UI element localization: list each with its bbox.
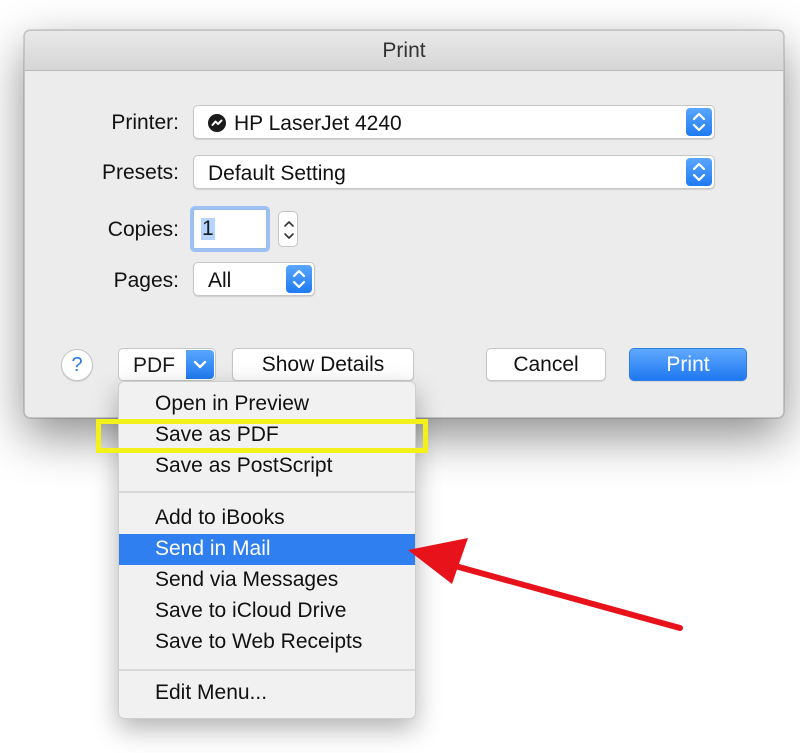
menu-item-send-via-messages[interactable]: Send via Messages	[119, 565, 415, 596]
presets-label: Presets:	[101, 161, 179, 184]
cancel-button[interactable]: Cancel	[486, 348, 606, 381]
print-button[interactable]: Print	[629, 348, 747, 381]
printer-label: Printer:	[111, 111, 179, 134]
popup-arrows-icon	[286, 265, 312, 293]
popup-arrows-icon	[686, 158, 712, 186]
printer-popup[interactable]: HP LaserJet 4240	[193, 105, 715, 139]
stepper-arrows-icon	[284, 221, 294, 239]
show-details-button[interactable]: Show Details	[232, 348, 414, 381]
popup-arrows-icon	[686, 108, 712, 136]
menu-separator	[119, 491, 415, 493]
menu-item-edit-menu[interactable]: Edit Menu...	[119, 678, 415, 709]
copies-input[interactable]: 1	[193, 209, 267, 249]
menu-item-save-as-postscript[interactable]: Save as PostScript	[119, 451, 415, 482]
window-title: Print	[382, 39, 426, 62]
print-dialog: Print Printer: HP LaserJet 4240 Presets:…	[24, 30, 784, 418]
annotation-highlight-box	[96, 419, 428, 453]
presets-value: Default Setting	[208, 162, 346, 185]
pdf-menu-button[interactable]: PDF	[118, 348, 216, 381]
annotation-arrow-icon	[408, 538, 683, 631]
pages-value: All	[208, 269, 232, 292]
copies-stepper[interactable]	[278, 211, 298, 247]
pdf-button-label: PDF	[133, 354, 175, 377]
pages-label: Pages:	[113, 269, 179, 292]
menu-item-open-in-preview[interactable]: Open in Preview	[119, 389, 415, 420]
menu-item-add-to-ibooks[interactable]: Add to iBooks	[119, 503, 415, 534]
menu-separator	[119, 669, 415, 671]
title-bar: Print	[25, 31, 783, 71]
printer-status-icon	[208, 114, 226, 132]
chevron-down-icon	[186, 350, 214, 379]
menu-item-save-to-icloud-drive[interactable]: Save to iCloud Drive	[119, 596, 415, 627]
presets-popup[interactable]: Default Setting	[193, 155, 715, 189]
menu-item-save-to-web-receipts[interactable]: Save to Web Receipts	[119, 627, 415, 658]
printer-value: HP LaserJet 4240	[234, 112, 402, 135]
help-button[interactable]: ?	[61, 349, 93, 381]
copies-label: Copies:	[107, 218, 179, 241]
copies-value: 1	[201, 217, 215, 240]
pages-popup[interactable]: All	[193, 262, 315, 296]
menu-item-send-in-mail[interactable]: Send in Mail	[119, 534, 415, 565]
